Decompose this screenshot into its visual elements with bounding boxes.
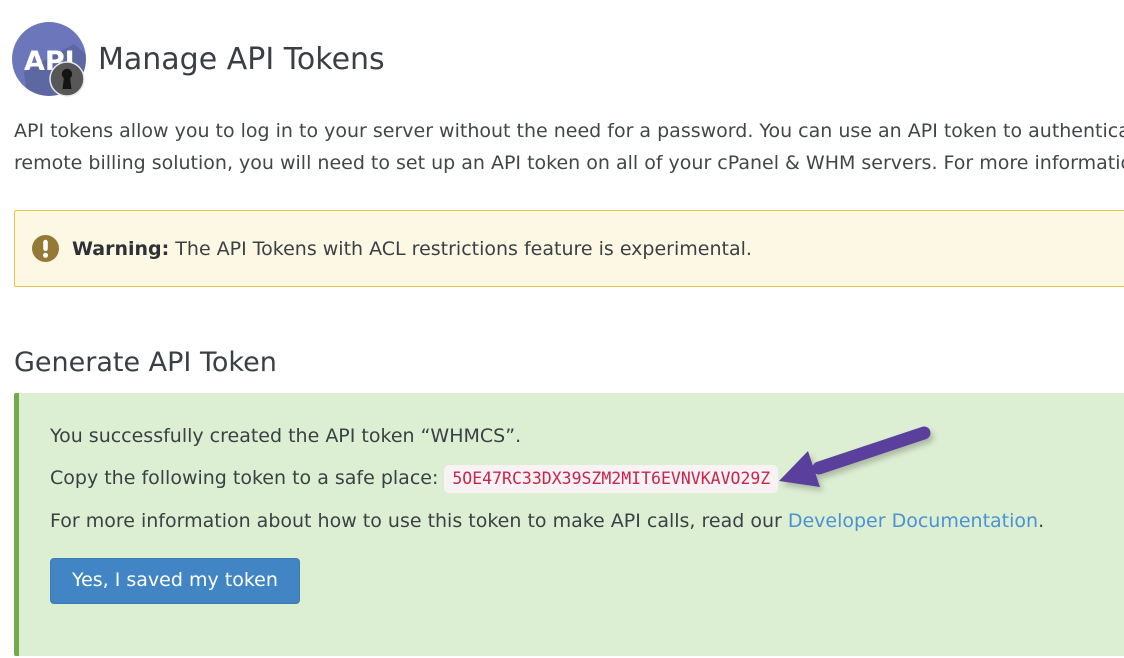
token-created-message: You successfully created the API token “…: [50, 425, 1124, 447]
token-copy-label: Copy the following token to a safe place…: [50, 467, 438, 489]
developer-documentation-link[interactable]: Developer Documentation: [788, 510, 1038, 532]
warning-message: The API Tokens with ACL restrictions fea…: [175, 238, 752, 260]
api-token-value[interactable]: 5OE47RC33DX39SZM2MIT6EVNVKAVO29Z: [444, 465, 778, 493]
yes-saved-token-button[interactable]: Yes, I saved my token: [50, 558, 300, 604]
api-tokens-icon: API: [10, 20, 88, 98]
warning-text: Warning: The API Tokens with ACL restric…: [72, 238, 752, 260]
generate-api-token-heading: Generate API Token: [14, 347, 1124, 378]
token-copy-row: Copy the following token to a safe place…: [50, 467, 1124, 489]
success-callout: You successfully created the API token “…: [14, 393, 1124, 656]
intro-line-1: API tokens allow you to log in to your s…: [14, 115, 1124, 147]
intro-paragraph: API tokens allow you to log in to your s…: [14, 115, 1124, 179]
keyhole-icon: [50, 62, 84, 96]
warning-icon: [32, 235, 59, 262]
page-header: API Manage API Tokens: [10, 20, 1124, 98]
intro-line-2: remote billing solution, you will need t…: [14, 147, 1124, 179]
info-prefix: For more information about how to use th…: [50, 510, 788, 532]
warning-label: Warning:: [72, 238, 169, 260]
page-title: Manage API Tokens: [98, 42, 385, 77]
info-suffix: .: [1038, 510, 1044, 532]
manage-api-tokens-page: API Manage API Tokens API tokens allow y…: [0, 0, 1124, 656]
warning-callout: Warning: The API Tokens with ACL restric…: [14, 210, 1124, 287]
token-info-row: For more information about how to use th…: [50, 510, 1124, 532]
